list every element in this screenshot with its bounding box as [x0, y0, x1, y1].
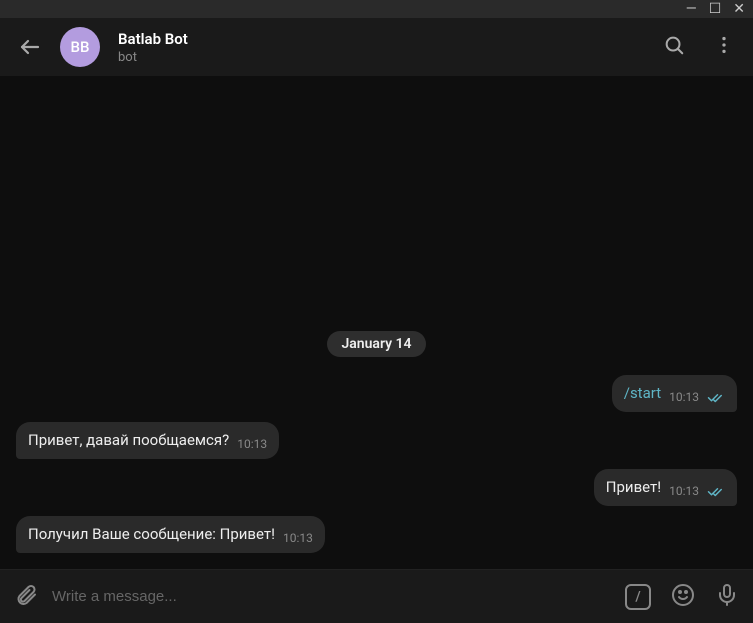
chat-area[interactable]: January 14 /start 10:13 Привет, давай по…: [0, 76, 753, 569]
voice-button[interactable]: [715, 583, 739, 611]
message-bubble-incoming[interactable]: Получил Ваше сообщение: Привет! 10:13: [16, 516, 325, 553]
read-ticks-icon: [707, 484, 725, 498]
back-button[interactable]: [18, 35, 42, 59]
search-button[interactable]: [663, 34, 685, 60]
attach-button[interactable]: [14, 583, 38, 611]
message-text: Получил Ваше сообщение: Привет!: [28, 524, 275, 545]
message-text: /start: [624, 383, 661, 404]
message-bubble-outgoing[interactable]: /start 10:13: [612, 375, 737, 412]
chat-subtitle: bot: [118, 50, 645, 65]
message-input[interactable]: [52, 588, 611, 605]
window-close-button[interactable]: ✕: [733, 2, 745, 16]
menu-button[interactable]: [713, 34, 735, 60]
message-time: 10:13: [283, 531, 313, 545]
commands-button[interactable]: /: [625, 584, 651, 610]
message-row: Привет! 10:13: [16, 469, 737, 506]
message-row: Привет, давай пообщаемся? 10:13: [16, 422, 737, 459]
message-row: /start 10:13: [16, 375, 737, 412]
message-bubble-outgoing[interactable]: Привет! 10:13: [594, 469, 737, 506]
header-info[interactable]: Batlab Bot bot: [118, 30, 645, 65]
message-composer: /: [0, 569, 753, 623]
search-icon: [663, 34, 685, 56]
window-minimize-button[interactable]: —: [686, 2, 697, 16]
arrow-left-icon: [18, 35, 42, 59]
message-time: 10:13: [669, 390, 699, 404]
read-ticks-icon: [707, 390, 725, 404]
composer-actions: /: [625, 583, 739, 611]
message-text: Привет, давай пообщаемся?: [28, 430, 229, 451]
slash-icon: /: [635, 589, 640, 605]
message-row: Получил Ваше сообщение: Привет! 10:13: [16, 516, 737, 553]
header-actions: [663, 34, 735, 60]
message-bubble-incoming[interactable]: Привет, давай пообщаемся? 10:13: [16, 422, 279, 459]
window-titlebar: — ☐ ✕: [0, 0, 753, 18]
chat-header: BB Batlab Bot bot: [0, 18, 753, 76]
emoji-button[interactable]: [671, 583, 695, 611]
paperclip-icon: [14, 583, 38, 607]
date-divider: January 14: [327, 331, 425, 357]
microphone-icon: [715, 583, 739, 607]
smiley-icon: [671, 583, 695, 607]
message-text: Привет!: [606, 477, 661, 498]
avatar[interactable]: BB: [60, 27, 100, 67]
message-time: 10:13: [669, 484, 699, 498]
window-maximize-button[interactable]: ☐: [709, 2, 722, 16]
kebab-menu-icon: [713, 34, 735, 56]
avatar-initials: BB: [71, 38, 90, 56]
chat-title: Batlab Bot: [118, 30, 645, 48]
message-time: 10:13: [237, 437, 267, 451]
